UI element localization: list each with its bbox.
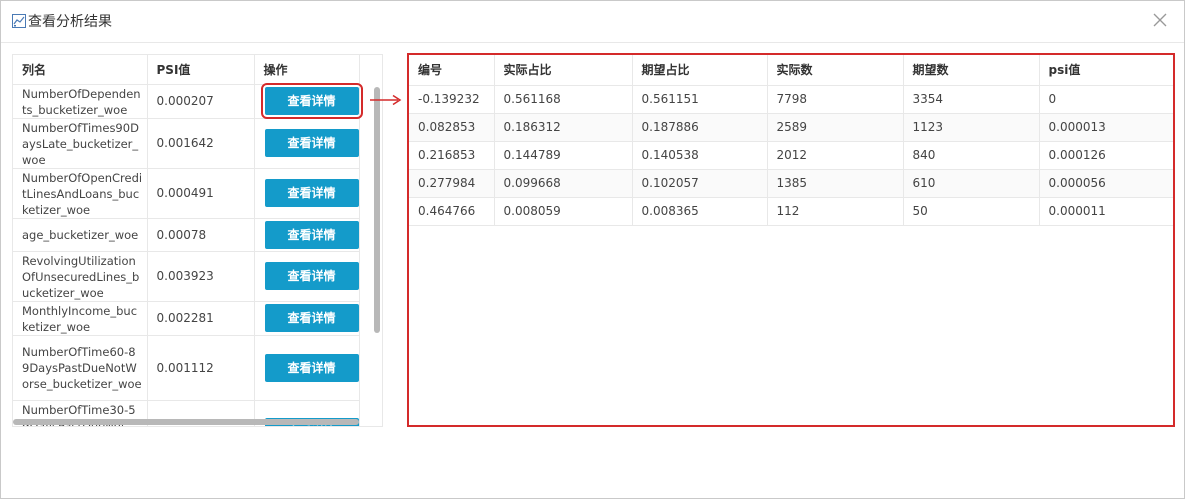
vertical-scrollbar-thumb[interactable] (374, 87, 380, 333)
cell-actual-count: 112 (767, 197, 904, 226)
row-column-name: age_bucketizer_woe (13, 218, 148, 252)
row-psi-value: 0.001642 (147, 118, 255, 169)
view-details-button[interactable]: 查看详情 (264, 129, 359, 157)
cell-expected-ratio: 0.187886 (632, 113, 768, 142)
cell-actual-ratio: 0.008059 (494, 197, 633, 226)
row-action-cell: 查看详情 (254, 83, 363, 119)
row-action-cell: 查看详情 (254, 218, 360, 252)
table-row: age_bucketizer_woe 0.00078 查看详情 (13, 218, 360, 252)
psi-detail-table: 编号 实际占比 期望占比 实际数 期望数 psi值 -0.139232 0.56… (409, 55, 1173, 226)
header-psi: PSI值 (147, 55, 255, 85)
cell-expected-ratio: 0.102057 (632, 169, 768, 198)
table-row: NumberOfTime60-89DaysPastDueNotWorse_buc… (13, 335, 360, 401)
cell-psi-value: 0.000126 (1039, 141, 1173, 170)
column-psi-table: 列名 PSI值 操作 NumberOfDependents_bucketizer… (13, 55, 363, 426)
close-icon[interactable] (1152, 12, 1168, 28)
cell-expected-count: 3354 (903, 85, 1040, 114)
cell-expected-count: 1123 (903, 113, 1040, 142)
header-actual-count: 实际数 (767, 55, 904, 86)
vertical-scrollbar[interactable] (373, 85, 381, 423)
row-psi-value: 0.00078 (147, 218, 255, 252)
table-row: MonthlyIncome_bucketizer_woe 0.002281 查看… (13, 301, 360, 336)
horizontal-scrollbar[interactable] (13, 418, 373, 426)
table-header-row: 编号 实际占比 期望占比 实际数 期望数 psi值 (409, 55, 1173, 86)
view-details-button[interactable]: 查看详情 (264, 262, 359, 290)
cell-actual-count: 1385 (767, 169, 904, 198)
table-row: 0.464766 0.008059 0.008365 112 50 0.0000… (409, 197, 1173, 226)
cell-actual-ratio: 0.186312 (494, 113, 633, 142)
cell-psi-value: 0 (1039, 85, 1173, 114)
row-column-name: RevolvingUtilizationOfUnsecuredLines_buc… (13, 251, 148, 302)
row-action-cell: 查看详情 (254, 335, 360, 401)
table-row: -0.139232 0.561168 0.561151 7798 3354 0 (409, 85, 1173, 114)
cell-bin-id: 0.082853 (409, 113, 495, 142)
cell-expected-count: 50 (903, 197, 1040, 226)
cell-actual-count: 2012 (767, 141, 904, 170)
table-row: NumberOfOpenCreditLinesAndLoans_bucketiz… (13, 168, 360, 219)
view-details-button[interactable]: 查看详情 (260, 83, 363, 119)
row-psi-value: 0.000491 (147, 168, 255, 219)
cell-bin-id: 0.277984 (409, 169, 495, 198)
horizontal-scrollbar-thumb[interactable] (13, 419, 359, 425)
chart-icon (12, 14, 26, 28)
row-psi-value: 0.002281 (147, 301, 255, 336)
column-psi-panel: 列名 PSI值 操作 NumberOfDependents_bucketizer… (12, 54, 383, 427)
cell-expected-ratio: 0.008365 (632, 197, 768, 226)
dialog-header: 查看分析结果 (1, 1, 1184, 43)
row-column-name: MonthlyIncome_bucketizer_woe (13, 301, 148, 336)
header-action: 操作 (254, 55, 360, 85)
cell-bin-id: 0.464766 (409, 197, 495, 226)
cell-bin-id: 0.216853 (409, 141, 495, 170)
table-row: NumberOfTimes90DaysLate_bucketizer_woe 0… (13, 118, 360, 169)
row-action-cell: 查看详情 (254, 118, 360, 169)
view-details-button[interactable]: 查看详情 (264, 353, 359, 382)
cell-psi-value: 0.000056 (1039, 169, 1173, 198)
row-psi-value: 0.001112 (147, 335, 255, 401)
table-header-row: 列名 PSI值 操作 (13, 55, 360, 85)
header-psi-value: psi值 (1039, 55, 1173, 86)
cell-expected-count: 610 (903, 169, 1040, 198)
table-row: 0.216853 0.144789 0.140538 2012 840 0.00… (409, 141, 1173, 170)
row-column-name: NumberOfTime60-89DaysPastDueNotWorse_buc… (13, 335, 148, 401)
cell-psi-value: 0.000013 (1039, 113, 1173, 142)
cell-expected-ratio: 0.561151 (632, 85, 768, 114)
header-bin-id: 编号 (409, 55, 495, 86)
view-details-button[interactable]: 查看详情 (264, 220, 359, 249)
cell-actual-count: 2589 (767, 113, 904, 142)
view-details-button[interactable]: 查看详情 (264, 304, 359, 332)
psi-detail-panel: 编号 实际占比 期望占比 实际数 期望数 psi值 -0.139232 0.56… (407, 53, 1175, 427)
cell-bin-id: -0.139232 (409, 85, 495, 114)
header-expected-ratio: 期望占比 (632, 55, 768, 86)
cell-actual-ratio: 0.561168 (494, 85, 633, 114)
row-column-name: NumberOfTimes90DaysLate_bucketizer_woe (13, 118, 148, 169)
header-actual-ratio: 实际占比 (494, 55, 633, 86)
cell-actual-ratio: 0.144789 (494, 141, 633, 170)
row-action-cell: 查看详情 (254, 301, 360, 336)
cell-expected-count: 840 (903, 141, 1040, 170)
dialog-title: 查看分析结果 (28, 14, 112, 30)
cell-actual-count: 7798 (767, 85, 904, 114)
table-row: 0.082853 0.186312 0.187886 2589 1123 0.0… (409, 113, 1173, 142)
table-row: NumberOfDependents_bucketizer_woe 0.0002… (13, 83, 363, 119)
row-column-name: NumberOfOpenCreditLinesAndLoans_bucketiz… (13, 168, 148, 219)
row-psi-value: 0.003923 (147, 251, 255, 302)
view-details-button[interactable]: 查看详情 (264, 179, 359, 207)
row-psi-value: 0.000207 (147, 84, 255, 119)
cell-psi-value: 0.000011 (1039, 197, 1173, 226)
row-action-cell: 查看详情 (254, 168, 360, 219)
cell-actual-ratio: 0.099668 (494, 169, 633, 198)
header-expected-count: 期望数 (903, 55, 1040, 86)
arrow-right-icon (370, 94, 402, 106)
table-row: RevolvingUtilizationOfUnsecuredLines_buc… (13, 251, 360, 302)
row-column-name: NumberOfDependents_bucketizer_woe (13, 84, 148, 119)
analysis-result-dialog: 查看分析结果 列名 PSI值 操作 NumberOfDependents_buc… (0, 0, 1185, 499)
row-action-cell: 查看详情 (254, 251, 360, 302)
table-row: 0.277984 0.099668 0.102057 1385 610 0.00… (409, 169, 1173, 198)
cell-expected-ratio: 0.140538 (632, 141, 768, 170)
header-column-name: 列名 (13, 55, 148, 85)
